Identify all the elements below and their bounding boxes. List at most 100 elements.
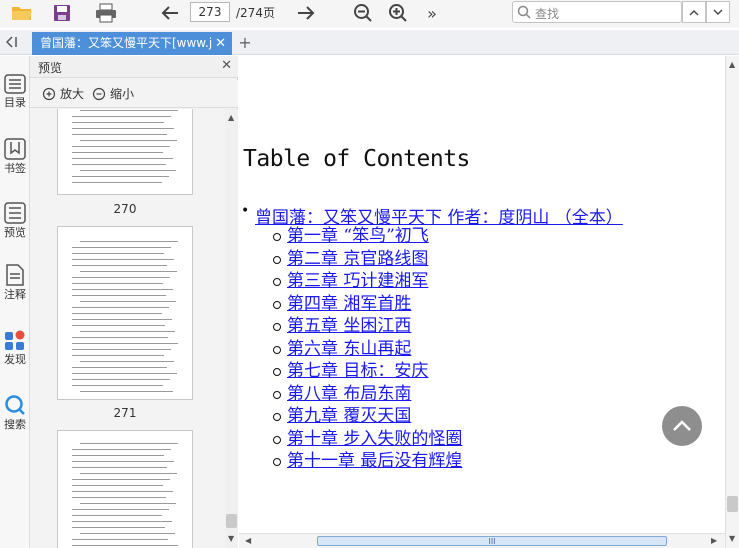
sidebar-item-notes[interactable]: 注释 [0,264,30,302]
search-icon [5,395,25,415]
thumbnail-text-line [72,176,169,177]
scroll-right-icon[interactable]: ▶ [711,536,717,545]
toc-chapter-link[interactable]: 第三章 巧计建湘军 [287,271,428,291]
note-icon [6,264,24,286]
thumbnail-text-line [72,467,167,468]
scrollbar-thumb[interactable]: III [317,536,667,546]
thumbnail-text-line [72,349,171,350]
thumbnail-text-line [72,343,178,344]
page-thumbnail[interactable] [57,430,193,548]
next-page-icon[interactable] [294,2,318,24]
scrollbar-thumb[interactable] [226,514,237,528]
scroll-down-icon[interactable]: ▼ [729,534,735,543]
thumbnail-text-line [72,449,171,450]
thumbnail-text-line [72,134,167,135]
toc-chapter-link[interactable]: 第十一章 最后没有辉煌 [287,451,462,471]
sidebar-item-discover[interactable]: 发现 [0,329,30,367]
list-item: 第五章 坐困江西 [273,315,462,338]
add-tab-button[interactable]: + [236,33,254,52]
sidebar-rail: 目录 书签 预览 注释 发现 搜索 [0,56,30,548]
bullet-icon [273,390,281,399]
thumbnail-text-line [72,491,173,492]
thumbnail-text-line [80,391,173,392]
open-folder-icon[interactable] [10,2,34,24]
search-next-button[interactable] [706,1,730,23]
toc-chapter-link[interactable]: 第八章 布局东南 [287,384,411,404]
page-thumbnail-number: 271 [113,406,137,420]
bullet-icon [273,255,281,264]
thumbnail-text-line [72,164,166,165]
scroll-up-icon[interactable]: ▲ [729,60,735,69]
thumbnail-text-line [72,116,171,117]
document-vertical-scrollbar[interactable]: ▲ ▼ [725,56,739,548]
preview-scrollbar[interactable]: ▲ ▼ [225,109,238,548]
search-input[interactable]: 查找 [512,1,682,23]
thumbnail-text-line [72,355,164,356]
search-prev-button[interactable] [682,1,706,23]
thumbnail-text-line [72,277,170,278]
scroll-up-icon[interactable]: ▲ [228,113,234,122]
preview-panel: 预览 ✕ 放大 缩小 270 271 ▲ ▼ [30,56,238,548]
save-icon[interactable] [50,2,74,24]
tab-bar: 曾国藩：又笨又慢平天下[www.j ✕ + [0,30,739,55]
tab-document-label: 曾国藩：又笨又慢平天下[www.j [40,36,213,50]
toc-chapter-link[interactable]: 第十章 步入失败的怪圈 [287,429,462,449]
list-item: 第八章 布局东南 [273,383,462,406]
preview-icon [4,202,26,224]
sidebar-item-search[interactable]: 搜索 [0,394,30,432]
toc-chapter-link[interactable]: 第七章 目标：安庆 [287,361,428,381]
scrollbar-thumb[interactable] [727,496,738,512]
preview-header: 预览 ✕ [30,56,238,78]
list-item: 第二章 京官路线图 [273,248,462,271]
thumbnail-text-line [72,152,163,153]
close-tab-icon[interactable]: ✕ [215,32,226,55]
sidebar-item-preview[interactable]: 预览 [0,202,30,240]
zoom-in-icon[interactable] [386,2,410,24]
tab-document[interactable]: 曾国藩：又笨又慢平天下[www.j ✕ [32,32,232,55]
toc-chapter-link[interactable]: 第二章 京官路线图 [287,249,428,269]
prev-page-icon[interactable] [158,2,182,24]
sidebar-item-label: 书签 [4,162,26,175]
collapse-sidebar-button[interactable] [3,33,23,51]
document-horizontal-scrollbar[interactable]: ◀ III ▶ [239,533,725,548]
thumbnail-text-line [72,182,162,183]
page-number-input[interactable]: 273 [190,2,230,22]
thumbnail-list: 270 271 [30,109,225,548]
toc-chapter-link[interactable]: 第一章 “笨鸟”初飞 [287,226,429,246]
bookmark-icon [4,138,26,160]
thumbnail-text-line [72,521,172,522]
scroll-left-icon[interactable]: ◀ [245,536,251,545]
list-item: 第四章 湘军首胜 [273,293,462,316]
preview-zoom-bar: 放大 缩小 [30,80,238,108]
zoom-out-icon[interactable] [351,2,375,24]
thumbnail-text-line [72,146,170,147]
thumbnail-text-line [80,170,176,171]
preview-zoom-out-button[interactable]: 缩小 [92,85,134,102]
thumbnail-text-line [72,461,174,462]
bullet-icon [273,323,281,331]
thumbnail-text-line [80,533,175,534]
toc-chapter-link[interactable]: 第五章 坐困江西 [287,316,411,336]
preview-title: 预览 [38,61,63,75]
page-thumbnail[interactable] [57,226,193,400]
toc-chapter-link[interactable]: 第四章 湘军首胜 [287,294,411,314]
toc-chapter-link[interactable]: 第六章 东山再起 [287,339,411,359]
thumbnail-text-line [72,515,162,516]
list-item: 第六章 东山再起 [273,338,462,361]
close-icon[interactable]: ✕ [221,58,232,73]
thumbnail-text-line [72,367,167,368]
print-icon[interactable] [94,2,118,24]
sidebar-item-toc[interactable]: 目录 [0,74,30,110]
thumbnail-text-line [80,331,175,332]
thumbnail-text-line [72,509,169,510]
preview-zoom-in-button[interactable]: 放大 [42,85,84,102]
thumbnail-text-line [72,128,174,129]
toc-chapter-link[interactable]: 第九章 覆灭天国 [287,406,411,426]
back-to-top-button[interactable] [662,406,702,446]
more-tools-icon[interactable]: » [420,2,444,24]
page-thumbnail[interactable] [57,109,193,195]
thumbnail-text-line [72,485,163,486]
sidebar-item-bookmark[interactable]: 书签 [0,138,30,176]
scroll-down-icon[interactable]: ▼ [228,534,234,543]
thumbnail-text-line [72,545,178,546]
